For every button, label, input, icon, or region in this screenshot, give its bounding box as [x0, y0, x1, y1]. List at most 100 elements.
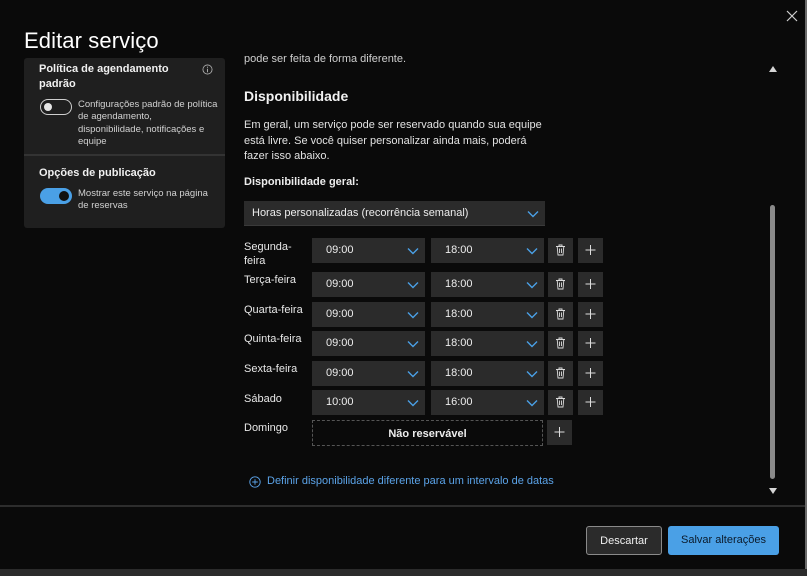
add-time-button[interactable]: [547, 420, 572, 445]
save-button-label: Salvar alterações: [681, 534, 766, 546]
day-label-saturday: Sábado: [244, 393, 282, 405]
end-time-select[interactable]: 18:00: [431, 272, 544, 297]
publishing-description: Mostrar este serviço na página de reserv…: [78, 188, 208, 212]
trash-icon: [556, 337, 565, 349]
general-availability-dropdown[interactable]: Horas personalizadas (recorrência semana…: [244, 201, 545, 226]
end-time-select[interactable]: 18:00: [431, 302, 544, 327]
save-changes-button[interactable]: Salvar alterações: [668, 526, 779, 555]
plus-icon: [585, 397, 596, 407]
footer-divider: [0, 505, 805, 507]
chevron-down-icon: [526, 247, 538, 255]
policy-description: Configurações padrão de política de agen…: [78, 99, 218, 147]
end-time-value: 18:00: [445, 244, 473, 256]
end-time-select[interactable]: 18:00: [431, 331, 544, 356]
trash-icon: [556, 308, 565, 320]
end-time-value: 16:00: [445, 396, 473, 408]
plus-icon: [585, 245, 596, 255]
start-time-value: 09:00: [326, 337, 354, 349]
info-icon[interactable]: [202, 62, 213, 75]
add-time-button[interactable]: [578, 302, 603, 327]
not-bookable-label: Não reservável: [388, 428, 467, 440]
start-time-value: 09:00: [326, 244, 354, 256]
end-time-value: 18:00: [445, 367, 473, 379]
plus-icon: [554, 427, 565, 437]
chevron-down-icon: [407, 311, 419, 319]
end-time-value: 18:00: [445, 337, 473, 349]
discard-button-label: Descartar: [600, 535, 648, 547]
scroll-down-arrow-icon[interactable]: [769, 488, 777, 494]
start-time-select[interactable]: 09:00: [312, 302, 425, 327]
start-time-select[interactable]: 09:00: [312, 361, 425, 386]
chevron-down-icon: [527, 210, 539, 218]
start-time-value: 09:00: [326, 308, 354, 320]
add-time-button[interactable]: [578, 238, 603, 263]
add-time-button[interactable]: [578, 331, 603, 356]
delete-button[interactable]: [548, 272, 573, 297]
start-time-select[interactable]: 09:00: [312, 331, 425, 356]
window-bottom-strip: [0, 569, 807, 576]
end-time-value: 18:00: [445, 278, 473, 290]
delete-button[interactable]: [548, 361, 573, 386]
settings-card: Política de agendamento padrão Configura…: [24, 58, 225, 228]
delete-button[interactable]: [548, 331, 573, 356]
start-time-select[interactable]: 09:00: [312, 272, 425, 297]
trash-icon: [556, 278, 565, 290]
cut-off-text: pode ser feita de forma diferente.: [244, 53, 407, 65]
general-availability-label: Disponibilidade geral:: [244, 176, 359, 188]
card-divider: [24, 154, 225, 156]
add-time-button[interactable]: [578, 390, 603, 415]
end-time-select[interactable]: 16:00: [431, 390, 544, 415]
end-time-select[interactable]: 18:00: [431, 238, 544, 263]
chevron-down-icon: [526, 311, 538, 319]
start-time-value: 09:00: [326, 367, 354, 379]
scroll-up-arrow-icon[interactable]: [769, 66, 777, 72]
day-label-tuesday: Terça-feira: [244, 274, 296, 286]
chevron-down-icon: [407, 281, 419, 289]
add-time-button[interactable]: [578, 361, 603, 386]
publishing-title: Opções de publicação: [39, 167, 156, 179]
add-time-button[interactable]: [578, 272, 603, 297]
trash-icon: [556, 244, 565, 256]
policy-title: Política de agendamento padrão: [39, 63, 169, 90]
plus-icon: [585, 279, 596, 289]
start-time-select[interactable]: 09:00: [312, 238, 425, 263]
trash-icon: [556, 367, 565, 379]
day-label-thursday: Quinta-feira: [244, 333, 302, 345]
edit-service-dialog: Editar serviço Política de agendamento p…: [0, 0, 807, 576]
chevron-down-icon: [407, 370, 419, 378]
plus-icon: [585, 368, 596, 378]
delete-button[interactable]: [548, 238, 573, 263]
day-label-wednesday: Quarta-feira: [244, 304, 303, 316]
day-label-friday: Sexta-feira: [244, 363, 298, 375]
date-range-link-label: Definir disponibilidade diferente para u…: [267, 475, 554, 487]
availability-title: Disponibilidade: [244, 88, 349, 104]
day-label-monday: Segunda-feira: [244, 241, 292, 267]
end-time-select[interactable]: 18:00: [431, 361, 544, 386]
add-circle-icon: [249, 476, 261, 488]
dialog-title: Editar serviço: [24, 28, 159, 53]
availability-description: Em geral, um serviço pode ser reservado …: [244, 119, 542, 162]
scrollbar-thumb[interactable]: [770, 205, 775, 479]
not-bookable-slot[interactable]: Não reservável: [312, 420, 543, 446]
trash-icon: [556, 396, 565, 408]
plus-icon: [585, 309, 596, 319]
delete-button[interactable]: [548, 302, 573, 327]
toggle-knob: [44, 103, 52, 111]
start-time-value: 09:00: [326, 278, 354, 290]
discard-button[interactable]: Descartar: [586, 526, 662, 555]
plus-icon: [585, 338, 596, 348]
day-label-sunday: Domingo: [244, 422, 289, 434]
chevron-down-icon: [407, 340, 419, 348]
delete-button[interactable]: [548, 390, 573, 415]
end-time-value: 18:00: [445, 308, 473, 320]
close-icon[interactable]: [784, 8, 800, 24]
chevron-down-icon: [526, 399, 538, 407]
publishing-toggle[interactable]: [40, 188, 72, 204]
chevron-down-icon: [407, 247, 419, 255]
policy-toggle[interactable]: [40, 99, 72, 115]
start-time-select[interactable]: 10:00: [312, 390, 425, 415]
chevron-down-icon: [526, 281, 538, 289]
dropdown-value: Horas personalizadas (recorrência semana…: [252, 207, 469, 219]
chevron-down-icon: [526, 370, 538, 378]
chevron-down-icon: [526, 340, 538, 348]
